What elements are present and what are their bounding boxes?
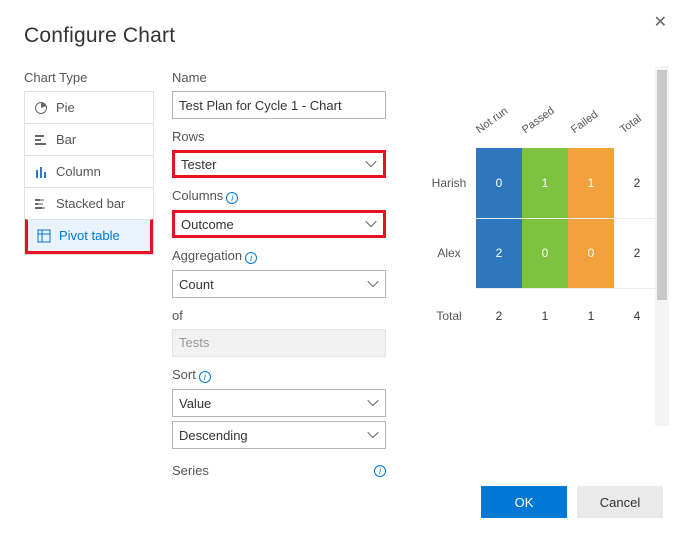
chevron-down-icon <box>367 159 377 169</box>
sort-by-value: Value <box>179 396 211 411</box>
chevron-down-icon <box>369 279 379 289</box>
aggregation-value: Count <box>179 277 214 292</box>
sort-label: Sort <box>172 367 386 383</box>
pie-icon <box>34 101 48 115</box>
cell: 1 <box>522 288 568 344</box>
chart-type-column[interactable]: Column <box>25 155 153 187</box>
rows-label: Rows <box>172 129 386 144</box>
columns-value: Outcome <box>181 217 234 232</box>
chart-preview: Not run Passed Failed Total Harish 0 1 1… <box>404 70 663 478</box>
sort-dir-value: Descending <box>179 428 248 443</box>
rows-select[interactable]: Tester <box>172 150 386 178</box>
columns-select[interactable]: Outcome <box>172 210 386 238</box>
cell: 1 <box>568 288 614 344</box>
cell: 0 <box>522 218 568 288</box>
totals-label: Total <box>430 288 476 344</box>
col-header: Total <box>618 113 644 136</box>
name-label: Name <box>172 70 386 85</box>
chevron-down-icon <box>369 430 379 440</box>
totals-row: Total 2 1 1 4 <box>430 288 660 344</box>
cell: 2 <box>614 218 660 288</box>
ok-button[interactable]: OK <box>481 486 567 518</box>
chart-type-label: Column <box>56 164 101 179</box>
of-value: Tests <box>172 329 386 357</box>
info-icon[interactable] <box>374 465 386 477</box>
row-header: Alex <box>430 218 476 288</box>
sort-dir-select[interactable]: Descending <box>172 421 386 449</box>
dialog-title: Configure Chart <box>24 24 663 48</box>
configure-chart-dialog: ✕ Configure Chart Chart Type Pie Bar <box>0 0 683 498</box>
chart-type-pivot-table[interactable]: Pivot table <box>25 219 153 254</box>
chart-type-pie[interactable]: Pie <box>25 92 153 123</box>
chart-type-bar[interactable]: Bar <box>25 123 153 155</box>
cell: 2 <box>614 148 660 218</box>
cell: 1 <box>522 148 568 218</box>
table-row: Harish 0 1 1 2 <box>430 148 660 218</box>
info-icon[interactable] <box>199 371 211 383</box>
bar-icon <box>34 133 48 147</box>
dialog-buttons: OK Cancel <box>481 486 663 518</box>
of-label: of <box>172 308 386 323</box>
col-header: Not run <box>474 105 510 136</box>
info-icon[interactable] <box>245 252 257 264</box>
info-icon[interactable] <box>226 192 238 204</box>
name-input[interactable] <box>172 91 386 119</box>
cancel-button[interactable]: Cancel <box>577 486 663 518</box>
chart-config-form: Name Rows Tester Columns Outcome Aggrega… <box>172 70 386 478</box>
scrollbar-thumb[interactable] <box>657 70 667 300</box>
chart-type-label: Chart Type <box>24 70 154 85</box>
chart-type-label: Bar <box>56 132 76 147</box>
chart-type-label: Pie <box>56 100 75 115</box>
chart-type-label: Stacked bar <box>56 196 125 211</box>
pivot-table-icon <box>37 229 51 243</box>
cell: 2 <box>476 288 522 344</box>
chart-type-panel: Chart Type Pie Bar <box>24 70 154 478</box>
chart-type-stacked-bar[interactable]: Stacked bar <box>25 187 153 219</box>
columns-label: Columns <box>172 188 386 204</box>
aggregation-label: Aggregation <box>172 248 386 264</box>
chart-type-list: Pie Bar Column <box>24 91 154 255</box>
series-label: Series <box>172 463 209 478</box>
chart-type-label: Pivot table <box>59 228 120 243</box>
chevron-down-icon <box>367 219 377 229</box>
sort-by-select[interactable]: Value <box>172 389 386 417</box>
cell: 1 <box>568 148 614 218</box>
column-icon <box>34 165 48 179</box>
preview-scrollbar[interactable] <box>655 66 669 426</box>
close-icon[interactable]: ✕ <box>654 12 667 32</box>
chevron-down-icon <box>369 398 379 408</box>
cell: 0 <box>476 148 522 218</box>
cell: 2 <box>476 218 522 288</box>
pivot-table-preview: Not run Passed Failed Total Harish 0 1 1… <box>430 90 660 344</box>
cell: 0 <box>568 218 614 288</box>
row-header: Harish <box>430 148 476 218</box>
stacked-bar-icon <box>34 197 48 211</box>
table-row: Alex 2 0 0 2 <box>430 218 660 288</box>
col-header: Failed <box>569 109 600 136</box>
series-row: Series <box>172 459 386 478</box>
col-header: Passed <box>520 105 557 136</box>
cell: 4 <box>614 288 660 344</box>
aggregation-select[interactable]: Count <box>172 270 386 298</box>
rows-value: Tester <box>181 157 216 172</box>
